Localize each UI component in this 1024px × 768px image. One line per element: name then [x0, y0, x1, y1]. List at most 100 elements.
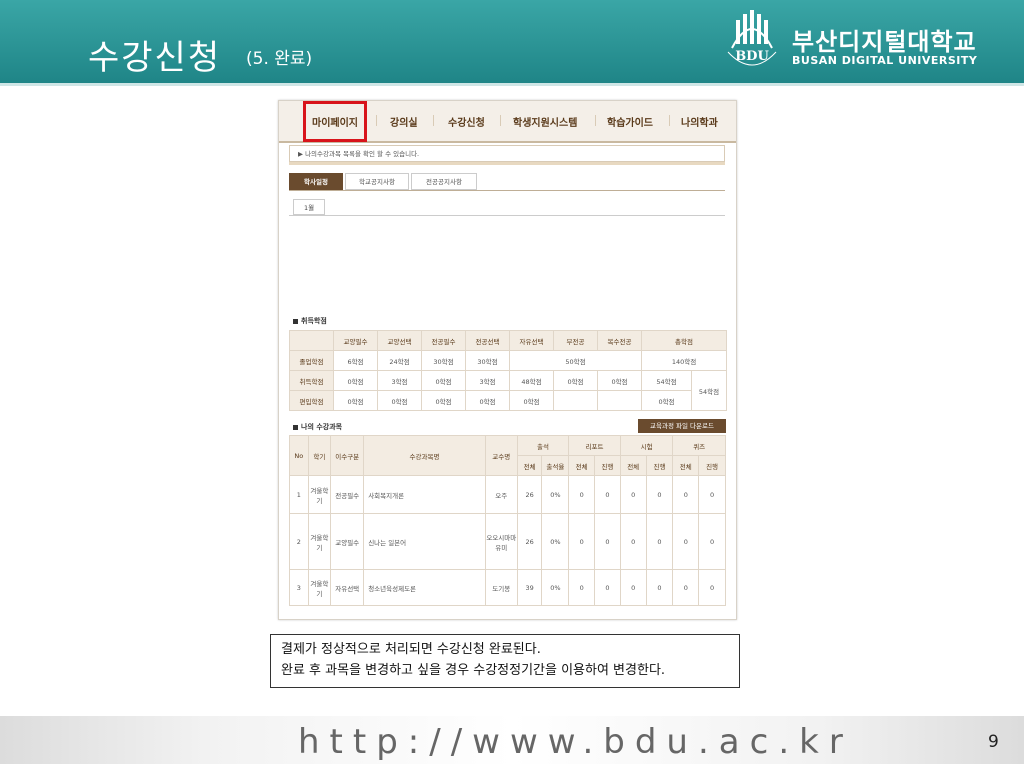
- notice-underline: [289, 162, 725, 165]
- credits-section-title: 취득학점: [293, 316, 327, 326]
- course-rep-total: 0: [568, 513, 596, 570]
- credits-cell: 6학점: [333, 350, 378, 371]
- credits-header-cell: 부전공: [553, 330, 598, 351]
- caption-box: 결제가 정상적으로 처리되면 수강신청 완료된다. 완료 후 과목을 변경하고 …: [270, 634, 740, 688]
- credits-cell: 0학점: [597, 370, 642, 391]
- col-attend-rate: 출석율: [541, 455, 570, 476]
- course-att-total: 26: [516, 475, 543, 514]
- nav-separator: [500, 115, 501, 126]
- nav-separator: [595, 115, 596, 126]
- col-report-total: 전체: [568, 455, 596, 476]
- course-att-total: 39: [516, 569, 543, 606]
- tab-underline: [289, 190, 725, 191]
- col-exam-total: 전체: [619, 455, 647, 476]
- caption-line: 완료 후 과목을 변경하고 싶을 경우 수강정정기간을 이용하여 변경한다.: [281, 663, 666, 678]
- course-name[interactable]: 청소년육성제도론: [363, 569, 486, 606]
- course-name[interactable]: 신나는 일본어: [363, 513, 486, 570]
- download-curriculum-button[interactable]: 교육과정 파일 다운로드: [638, 419, 726, 433]
- col-professor: 교수명: [484, 435, 518, 476]
- col-quiz-total: 전체: [672, 455, 700, 476]
- nav-separator: [376, 115, 377, 126]
- month-tab[interactable]: 1월: [293, 199, 325, 215]
- course-term: 겨울학기: [307, 513, 332, 570]
- credits-header-cell: 총학점: [640, 330, 728, 351]
- courses-section-title: 나의 수강과목: [293, 422, 342, 432]
- course-att-rate: 0%: [541, 569, 570, 606]
- course-quiz-total: 0: [672, 569, 700, 606]
- logo-korean-name: 부산디지털대학교: [792, 28, 977, 56]
- credits-cell: 0학점: [465, 390, 510, 411]
- credits-cell: [553, 390, 598, 411]
- slide-title: 수강신청: [88, 38, 222, 78]
- logo-english-name: BUSAN DIGITAL UNIVERSITY: [792, 54, 978, 67]
- col-type: 이수구분: [330, 435, 365, 476]
- credits-cell: 3학점: [377, 370, 422, 391]
- col-attend-total: 전체: [516, 455, 543, 476]
- nav-item-student-support[interactable]: 학생지원시스템: [513, 114, 577, 129]
- course-exam-progress: 0: [645, 569, 674, 606]
- col-report-progress: 진행: [594, 455, 621, 476]
- col-report: 리포트: [568, 435, 621, 456]
- nav-separator: [669, 115, 670, 126]
- credits-row: 졸업학점 6학점 24학점 30학점 30학점 50학점 140학점: [289, 350, 728, 371]
- course-type: 전공필수: [330, 475, 365, 514]
- credits-cell: 140학점: [640, 350, 728, 371]
- page-number: 9: [988, 732, 999, 752]
- course-quiz-total: 0: [672, 513, 700, 570]
- course-rep-total: 0: [568, 475, 596, 514]
- course-rep-progress: 0: [594, 569, 621, 606]
- nav-item-classroom[interactable]: 강의실: [390, 114, 418, 129]
- credits-cell: 24학점: [377, 350, 422, 371]
- bdu-emblem-icon: BDU: [727, 10, 777, 66]
- university-logo: BDU 부산디지털대학교 BUSAN DIGITAL UNIVERSITY: [722, 8, 1012, 74]
- course-professor: 오오시마마유미: [484, 513, 518, 570]
- credits-cell: 50학점: [509, 350, 642, 371]
- tab-academic-calendar[interactable]: 학사일정: [289, 173, 343, 190]
- nav-item-enrollment[interactable]: 수강신청: [448, 114, 485, 129]
- course-exam-total: 0: [619, 475, 647, 514]
- credits-header-cell: 전공필수: [421, 330, 466, 351]
- course-exam-total: 0: [619, 513, 647, 570]
- credits-row-label: 편입학점: [289, 390, 334, 411]
- course-att-total: 26: [516, 513, 543, 570]
- square-bullet-icon: [293, 318, 298, 324]
- credits-row-label: 취득학점: [289, 370, 334, 391]
- credits-cell: 0학점: [421, 370, 466, 391]
- col-quiz: 퀴즈: [672, 435, 726, 456]
- course-exam-total: 0: [619, 569, 647, 606]
- credits-header-cell: [289, 330, 334, 351]
- course-term: 겨울학기: [307, 569, 332, 606]
- caption-line: 결제가 정상적으로 처리되면 수강신청 완료된다.: [281, 642, 541, 657]
- credits-cell: 0학점: [553, 370, 598, 391]
- course-no: 1: [289, 475, 309, 514]
- slide-subtitle: (5. 완료): [246, 49, 313, 69]
- credits-table: 교양필수 교양선택 전공필수 전공선택 자유선택 부전공 복수전공 총학점 졸업…: [289, 330, 728, 411]
- table-row: 2 겨울학기 교양필수 신나는 일본어 오오시마마유미 26 0% 0 0 0 …: [289, 513, 726, 570]
- tab-school-notices[interactable]: 학교공지사항: [345, 173, 409, 190]
- credits-header-row: 교양필수 교양선택 전공필수 전공선택 자유선택 부전공 복수전공 총학점: [289, 330, 728, 351]
- credits-header-cell: 복수전공: [597, 330, 642, 351]
- course-name[interactable]: 사회복지개론: [363, 475, 486, 514]
- credits-cell: 0학점: [377, 390, 422, 411]
- footer-url: http://www.bdu.ac.kr: [298, 722, 853, 762]
- course-term: 겨울학기: [307, 475, 332, 514]
- nav-item-my-department[interactable]: 나의학과: [681, 114, 718, 129]
- credits-title: 취득학점: [301, 317, 327, 325]
- credits-cell: 0학점: [641, 390, 692, 411]
- credits-cell: 30학점: [421, 350, 466, 371]
- credits-row: 편입학점 0학점 0학점 0학점 0학점 0학점 0학점: [289, 390, 727, 411]
- top-navigation: 마이페이지 강의실 수강신청 학생지원시스템 학습가이드 나의학과: [279, 101, 736, 143]
- course-professor: 오주: [484, 475, 518, 514]
- credits-header-cell: 자유선택: [509, 330, 554, 351]
- credits-header-cell: 교양필수: [333, 330, 378, 351]
- course-quiz-total: 0: [672, 475, 700, 514]
- tab-major-notices[interactable]: 전공공지사항: [411, 173, 477, 190]
- course-rep-total: 0: [568, 569, 596, 606]
- month-underline: [289, 215, 725, 216]
- credits-cell: 30학점: [465, 350, 510, 371]
- course-professor: 도기봉: [484, 569, 518, 606]
- col-exam: 시험: [619, 435, 674, 456]
- course-no: 2: [289, 513, 309, 570]
- col-quiz-progress: 진행: [698, 455, 726, 476]
- nav-item-study-guide[interactable]: 학습가이드: [607, 114, 653, 129]
